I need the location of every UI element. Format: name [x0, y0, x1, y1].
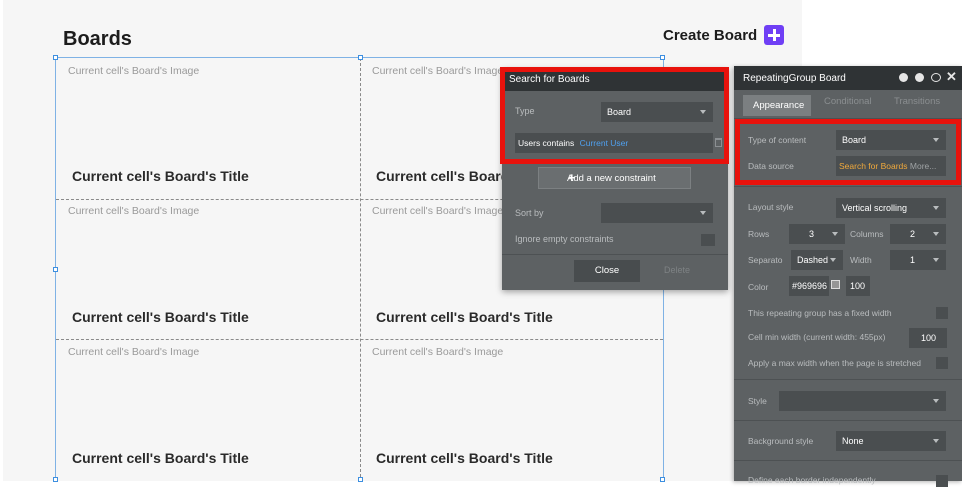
resize-handle[interactable] — [660, 477, 665, 482]
plus-icon: + — [568, 170, 576, 185]
caret-down-icon — [933, 206, 939, 210]
rows-dropdown[interactable]: 3 — [789, 224, 845, 244]
background-style-value: None — [842, 436, 864, 446]
min-width-value: 100 — [921, 333, 937, 343]
divider — [734, 420, 962, 421]
comment-icon[interactable] — [931, 73, 941, 82]
page-title: Boards — [63, 28, 132, 50]
close-button[interactable]: Close — [574, 260, 640, 282]
info-icon[interactable] — [915, 73, 924, 82]
max-width-checkbox[interactable] — [936, 357, 948, 369]
caret-down-icon — [700, 211, 706, 215]
opacity-value: 100 — [850, 281, 866, 291]
sort-by-label: Sort by — [515, 208, 544, 218]
width-value: 1 — [910, 255, 916, 265]
caret-down-icon — [830, 258, 836, 262]
divider — [734, 186, 962, 187]
resize-handle[interactable] — [660, 55, 665, 60]
row-separator — [56, 339, 663, 340]
ignore-empty-checkbox[interactable] — [701, 234, 715, 246]
columns-label: Columns — [850, 229, 884, 239]
cell-title-text: Current cell's Board's Title — [376, 450, 553, 466]
caret-down-icon — [933, 399, 939, 403]
divider — [734, 379, 962, 380]
help-icon[interactable] — [899, 73, 908, 82]
separator-value: Dashed — [797, 255, 829, 265]
layout-style-value: Vertical scrolling — [842, 203, 908, 213]
caret-down-icon — [933, 439, 939, 443]
property-panel-title: RepeatingGroup Board — [734, 66, 962, 90]
column-separator — [360, 58, 361, 482]
define-borders-label: Define each border independently — [748, 475, 876, 485]
separator-label: Separato — [748, 255, 783, 265]
sort-by-dropdown[interactable] — [601, 203, 713, 223]
delete-button[interactable]: Delete — [664, 265, 690, 275]
background-style-label: Background style — [748, 436, 814, 446]
color-label: Color — [748, 282, 769, 292]
cell-title-text: Current cell's Board's Title — [72, 450, 249, 466]
cell-image-text: Current cell's Board's Image — [68, 65, 200, 77]
resize-handle[interactable] — [53, 55, 58, 60]
color-field[interactable]: #969696 — [789, 276, 829, 296]
layout-style-dropdown[interactable]: Vertical scrolling — [836, 198, 946, 218]
resize-handle[interactable] — [358, 55, 363, 60]
width-dropdown[interactable]: 1 — [890, 250, 946, 270]
min-width-field[interactable]: 100 — [909, 328, 947, 348]
opacity-field[interactable]: 100 — [846, 276, 870, 296]
tab-appearance[interactable]: Appearance — [743, 95, 811, 116]
style-dropdown[interactable] — [779, 391, 946, 411]
columns-value: 2 — [910, 229, 916, 239]
caret-down-icon — [933, 258, 939, 262]
layout-style-label: Layout style — [748, 202, 794, 212]
highlight-box — [735, 119, 961, 185]
columns-dropdown[interactable]: 2 — [890, 224, 946, 244]
add-constraint-button[interactable]: + Add a new constraint — [538, 167, 691, 189]
divider — [502, 254, 728, 255]
min-width-label: Cell min width (current width: 455px) — [748, 332, 886, 342]
max-width-label: Apply a max width when the page is stret… — [748, 358, 921, 368]
resize-handle[interactable] — [358, 477, 363, 482]
cell-image-text: Current cell's Board's Image — [68, 205, 200, 217]
color-swatch[interactable] — [831, 280, 840, 289]
plus-icon[interactable] — [764, 25, 784, 45]
create-board-label[interactable]: Create Board — [663, 27, 757, 44]
cell-image-text: Current cell's Board's Image — [372, 346, 504, 358]
divider — [734, 460, 962, 461]
caret-down-icon — [933, 232, 939, 236]
resize-handle[interactable] — [53, 267, 58, 272]
separator-dropdown[interactable]: Dashed — [791, 250, 843, 270]
cell-title-text: Current cell's Board's Title — [72, 309, 249, 325]
caret-down-icon — [832, 232, 838, 236]
rows-value: 3 — [809, 229, 815, 239]
rows-label: Rows — [748, 229, 770, 239]
resize-handle[interactable] — [53, 477, 58, 482]
cell-image-text: Current cell's Board's Image — [372, 65, 504, 77]
color-value: #969696 — [792, 281, 828, 291]
tab-conditional[interactable]: Conditional — [824, 96, 872, 107]
highlight-box — [500, 67, 729, 164]
cell-title-text: Current cell's Board's Title — [376, 309, 553, 325]
define-borders-checkbox[interactable] — [936, 475, 948, 487]
background-style-dropdown[interactable]: None — [836, 431, 946, 451]
cell-image-text: Current cell's Board's Image — [68, 346, 200, 358]
ignore-empty-label: Ignore empty constraints — [515, 234, 614, 244]
tab-transitions[interactable]: Transitions — [894, 96, 940, 107]
add-constraint-label: Add a new constraint — [567, 173, 656, 184]
fixed-width-checkbox[interactable] — [936, 307, 948, 319]
cell-image-text: Current cell's Board's Image — [372, 205, 504, 217]
fixed-width-label: This repeating group has a fixed width — [748, 308, 892, 318]
tab-bar: Appearance Conditional Transitions — [734, 90, 962, 118]
width-label: Width — [850, 255, 872, 265]
close-icon[interactable]: ✕ — [946, 69, 957, 85]
style-label: Style — [748, 396, 767, 406]
cell-title-text: Current cell's Board's Title — [72, 168, 249, 184]
